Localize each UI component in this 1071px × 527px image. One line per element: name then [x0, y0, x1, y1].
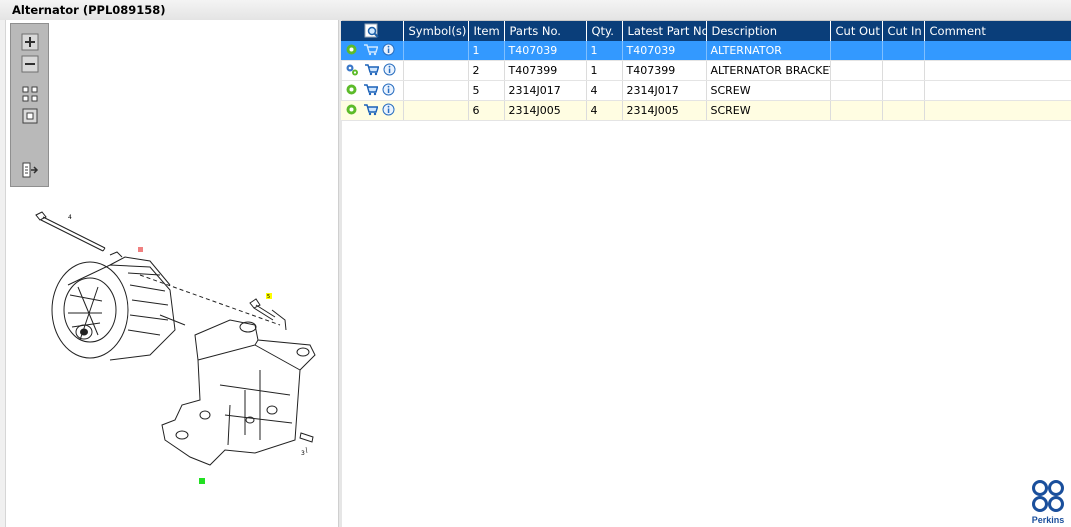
gear-icon[interactable] — [345, 83, 358, 99]
cell-description: SCREW — [706, 80, 831, 101]
cell-parts-no: 2314J005 — [504, 100, 587, 121]
info-icon[interactable] — [382, 43, 395, 59]
callout-highlight-2[interactable] — [199, 478, 205, 484]
cell-cut-out — [830, 60, 883, 81]
zoom-out-icon[interactable] — [21, 55, 39, 73]
table-row[interactable]: 5 2314J017 4 2314J017 SCREW — [341, 80, 1071, 101]
diagram-toolbox — [10, 23, 49, 187]
cell-description: ALTERNATOR BRACKET — [706, 60, 831, 81]
info-icon[interactable] — [382, 103, 395, 119]
row-actions — [341, 100, 404, 121]
cell-parts-no: T407039 — [504, 41, 587, 61]
callout-highlight-1[interactable] — [138, 247, 143, 252]
row-actions — [341, 80, 404, 101]
cell-cut-in — [882, 41, 925, 61]
filter-column-header[interactable] — [341, 21, 404, 41]
cell-cut-out — [830, 80, 883, 101]
cell-cut-in — [882, 80, 925, 101]
magnifier-filter-icon[interactable] — [364, 23, 380, 38]
cell-qty: 4 — [586, 80, 623, 101]
cell-symbols — [403, 60, 469, 81]
cell-latest-part-no: 2314J005 — [622, 100, 707, 121]
cell-symbols — [403, 100, 469, 121]
cell-comment — [924, 41, 1071, 61]
column-header-symbols[interactable]: Symbol(s) — [403, 21, 469, 41]
cell-comment — [924, 60, 1071, 81]
column-header-parts-no[interactable]: Parts No. — [504, 21, 587, 41]
gear-icon[interactable] — [345, 103, 358, 119]
cell-qty: 1 — [586, 41, 623, 61]
cell-comment — [924, 80, 1071, 101]
column-header-comment[interactable]: Comment — [924, 21, 1071, 41]
cell-description: SCREW — [706, 100, 831, 121]
callout-4[interactable]: 4 — [68, 214, 72, 221]
parts-diagram[interactable]: 4 5 3 — [10, 195, 335, 495]
cell-cut-in — [882, 100, 925, 121]
cell-item: 6 — [468, 100, 505, 121]
cell-qty: 4 — [586, 100, 623, 121]
gears-icon[interactable] — [345, 63, 359, 79]
cart-icon[interactable] — [364, 63, 379, 79]
cell-description: ALTERNATOR — [706, 41, 831, 61]
perkins-logo: Perkins — [1028, 478, 1068, 526]
cell-parts-no: T407399 — [504, 60, 587, 81]
fit-window-icon[interactable] — [21, 107, 39, 125]
cart-icon[interactable] — [363, 83, 378, 99]
fit-all-icon[interactable] — [21, 85, 39, 103]
table-row[interactable]: 2 T407399 1 T407399 ALTERNATOR BRACKET — [341, 60, 1071, 81]
cell-latest-part-no: 2314J017 — [622, 80, 707, 101]
cart-icon[interactable] — [363, 103, 378, 119]
cell-item: 5 — [468, 80, 505, 101]
cell-cut-in — [882, 60, 925, 81]
export-icon[interactable] — [21, 161, 39, 179]
row-actions — [341, 41, 404, 61]
column-header-cut-out[interactable]: Cut Out — [830, 21, 883, 41]
parts-table: Symbol(s) Item Parts No. Qty. Latest Par… — [341, 21, 1071, 121]
logo-wordmark: Perkins — [1031, 515, 1065, 525]
cell-comment — [924, 100, 1071, 121]
column-header-latest-part-no[interactable]: Latest Part No. — [622, 21, 707, 41]
cell-qty: 1 — [586, 60, 623, 81]
column-header-qty[interactable]: Qty. — [586, 21, 623, 41]
cart-icon[interactable] — [363, 43, 378, 59]
table-header-row: Symbol(s) Item Parts No. Qty. Latest Par… — [341, 21, 1071, 41]
gear-icon[interactable] — [345, 43, 358, 59]
column-header-description[interactable]: Description — [706, 21, 831, 41]
table-row[interactable]: 6 2314J005 4 2314J005 SCREW — [341, 100, 1071, 121]
info-icon[interactable] — [383, 63, 396, 79]
perkins-logo-mark — [1032, 480, 1064, 512]
zoom-in-icon[interactable] — [21, 33, 39, 51]
column-header-item[interactable]: Item — [468, 21, 505, 41]
cell-cut-out — [830, 100, 883, 121]
cell-cut-out — [830, 41, 883, 61]
cell-item: 2 — [468, 60, 505, 81]
cell-latest-part-no: T407039 — [622, 41, 707, 61]
row-actions — [341, 60, 404, 81]
info-icon[interactable] — [382, 83, 395, 99]
window-title: Alternator (PPL089158) — [12, 3, 166, 17]
cell-item: 1 — [468, 41, 505, 61]
cell-parts-no: 2314J017 — [504, 80, 587, 101]
column-header-cut-in[interactable]: Cut In — [882, 21, 925, 41]
callout-5[interactable]: 5 — [267, 294, 270, 300]
cell-symbols — [403, 41, 469, 61]
table-row[interactable]: 1 T407039 1 T407039 ALTERNATOR — [341, 41, 1071, 61]
callout-3[interactable]: 3 — [301, 450, 305, 457]
title-bar: Alternator (PPL089158) — [0, 0, 1071, 21]
cell-latest-part-no: T407399 — [622, 60, 707, 81]
cell-symbols — [403, 80, 469, 101]
